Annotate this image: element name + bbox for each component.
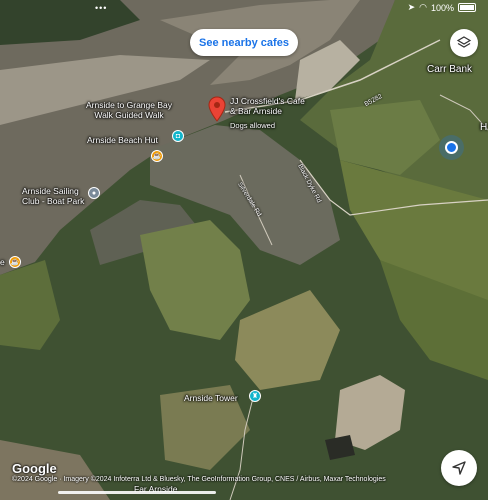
edge-place-label: H [480,122,488,133]
location-icon: ➤ [407,2,416,12]
cafe-poi-icon[interactable]: ☕ [151,150,163,162]
map-attribution[interactable]: ©2024 Google · Imagery ©2024 Infoterra L… [12,476,386,483]
guided-walk-label[interactable]: Arnside to Grange Bay Walk Guided Walk [86,100,172,120]
carr-bank-label[interactable]: Carr Bank [427,65,472,75]
arnside-tower-label[interactable]: Arnside Tower [184,393,238,403]
beach-hut-label[interactable]: Arnside Beach Hut [87,135,158,145]
google-logo: Google [12,461,57,476]
satellite-imagery [0,0,488,500]
wifi-icon: ◠ [419,2,427,12]
navigation-arrow-icon [452,461,466,475]
cafe-name-label[interactable]: JJ Crossfield's Cafe & Bar Arnside [230,96,305,116]
place-poi-icon[interactable]: ● [88,187,100,199]
map-pin-icon[interactable] [208,96,226,122]
sailing-club-label[interactable]: Arnside Sailing Club - Boat Park [22,186,84,206]
left-edge-label: e [0,257,5,267]
battery-icon [458,3,476,12]
navigate-button[interactable] [441,450,477,486]
satellite-map[interactable]: ••• ➤ ◠ 100% See nearby cafes Carr Bank … [0,0,488,500]
layers-button[interactable] [450,29,478,57]
see-nearby-cafes-button[interactable]: See nearby cafes [190,29,298,56]
cafe-subtitle: Dogs allowed [230,121,276,130]
tower-poi-icon[interactable]: ♜ [249,390,261,402]
home-indicator[interactable] [58,491,216,494]
battery-percent: 100% [430,2,454,13]
status-icons: ➤ ◠ 100% [408,2,476,13]
status-bar: ••• ➤ ◠ 100% [0,0,488,16]
attraction-poi-icon[interactable]: ◘ [172,130,184,142]
cafe-poi-icon-left[interactable]: ☕ [9,256,21,268]
my-location-dot [445,141,458,154]
layers-icon [456,36,472,48]
camera-dots: ••• [95,3,108,13]
